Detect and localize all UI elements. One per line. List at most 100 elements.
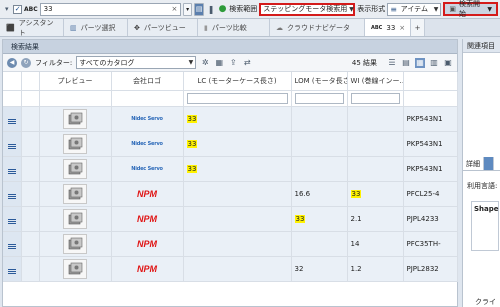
part-preview-image[interactable] [63, 258, 87, 279]
row-menu-icon[interactable] [7, 193, 16, 199]
wi-cell: 14 [347, 231, 404, 257]
cloud-icon: ☁ [276, 23, 283, 32]
search-start-button[interactable]: ▣ 検索開始 ▼ [443, 0, 498, 18]
display-format-select[interactable]: ≡ アイテム ▼ [387, 2, 442, 16]
part-number: PKP543N1 [406, 139, 443, 148]
lc-filter-input[interactable] [186, 92, 288, 104]
lom-cell [291, 131, 348, 157]
list-view-icon[interactable]: ☰ [387, 58, 397, 68]
row-menu-cell[interactable] [3, 256, 22, 282]
parts-compare-icon: ▮ [204, 23, 208, 32]
table-row[interactable]: NPM 33 2.1 PJPL4233 [3, 206, 458, 232]
table-settings-icon[interactable]: ▦ [214, 58, 224, 68]
tab-search-result[interactable]: ABC 33 × [365, 19, 411, 36]
column-header-preview[interactable]: プレビュー [39, 72, 112, 91]
search-start-icon: ▣ [449, 5, 456, 13]
row-menu-cell[interactable] [3, 106, 22, 132]
row-menu-cell[interactable] [3, 181, 22, 207]
chevron-down-icon: ▼ [487, 5, 492, 13]
lom-cell [291, 156, 348, 182]
part-preview-image[interactable] [63, 108, 87, 129]
back-icon[interactable]: ◀ [7, 57, 17, 68]
shape-label: Shape [474, 205, 499, 213]
grid-view-icon[interactable]: ▦ [415, 57, 425, 68]
chevron-down-icon: ▼ [188, 59, 194, 66]
shape-box: Shape [471, 201, 499, 251]
column-header-part[interactable] [403, 72, 458, 91]
cluster-label: クライ [475, 298, 496, 306]
column-header-lc[interactable]: LC (モーターケース長さ) [183, 72, 292, 91]
catalog-select[interactable]: すべてのカタログ ▼ [76, 56, 197, 69]
part-preview-image[interactable] [63, 133, 87, 154]
settings-icon[interactable]: ✲ [200, 58, 210, 68]
row-menu-cell[interactable] [3, 206, 22, 232]
part-number-cell: PKP543N1 [403, 131, 458, 157]
lom-value: 33 [294, 214, 306, 223]
tab-label: パーツ比較 [211, 23, 247, 32]
share-icon[interactable]: ⇄ [242, 58, 252, 68]
lc-cell [183, 256, 292, 282]
preview-cell [39, 256, 112, 282]
wi-cell [347, 106, 404, 132]
row-menu-icon[interactable] [7, 168, 16, 174]
wi-filter-input[interactable] [350, 92, 400, 104]
lom-filter-input[interactable] [294, 92, 344, 104]
table-row[interactable]: Nidec Servo 33 PKP543N1 [3, 131, 458, 157]
part-number: PJPL4233 [406, 214, 439, 223]
dropdown-chevron-icon[interactable]: ▾ [2, 4, 11, 14]
books-icon[interactable]: ❚ [206, 4, 215, 14]
table-view-icon[interactable]: ▤ [401, 58, 411, 68]
part-preview-image[interactable] [63, 183, 87, 204]
export-icon[interactable]: ⇪ [228, 58, 238, 68]
filter-icon[interactable]: ▤ [193, 2, 205, 16]
column-header-lom[interactable]: LOM (モータ長さ) [291, 72, 348, 91]
tab-cloud-navigator[interactable]: ☁ クラウドナビゲータ [270, 19, 365, 36]
tile-view-icon[interactable]: ▣ [443, 58, 453, 68]
search-input[interactable]: 33 × [39, 2, 182, 16]
row-menu-cell[interactable] [3, 131, 22, 157]
table-row[interactable]: NPM 16.6 33 PFCL25-4 [3, 181, 458, 207]
row-menu-cell[interactable] [3, 156, 22, 182]
row-menu-icon[interactable] [7, 118, 16, 124]
part-number-cell: PFCL25-4 [403, 181, 458, 207]
row-menu-icon[interactable] [7, 243, 16, 249]
clear-icon[interactable]: × [171, 5, 180, 13]
row-menu-cell[interactable] [3, 231, 22, 257]
tab-assistant[interactable]: ⬛ アシスタント [0, 19, 64, 37]
usage-language-label: 利用言語: [467, 182, 497, 190]
table-row[interactable]: NPM 32 1.2 PJPL2832 [3, 256, 458, 282]
row-menu-icon[interactable] [7, 268, 16, 274]
add-icon[interactable]: ● [218, 4, 227, 14]
search-dropdown-button[interactable]: ▾ [183, 2, 192, 16]
table-row[interactable]: NPM 14 PFC35TH- [3, 231, 458, 257]
results-body: Nidec Servo 33 PKP543N1 Nidec Servo 33 P… [3, 106, 458, 282]
part-preview-image[interactable] [63, 233, 87, 254]
close-icon[interactable]: × [399, 24, 405, 32]
part-preview-image[interactable] [63, 208, 87, 229]
company-logo-npm: NPM [137, 213, 157, 224]
row-menu-icon[interactable] [7, 218, 16, 224]
tab-label: クラウドナビゲータ [287, 23, 350, 32]
tab-parts-select[interactable]: ▥ パーツ選択 [64, 19, 128, 36]
detail-view-icon[interactable]: ▥ [429, 58, 439, 68]
table-row[interactable]: Nidec Servo 33 PKP543N1 [3, 106, 458, 132]
tab-secondary[interactable] [484, 157, 494, 170]
column-header-logo[interactable]: 会社ロゴ [111, 72, 184, 91]
filter-bar: ◀ ↻ フィルター: すべてのカタログ ▼ ✲ ▦ ⇪ ⇄ 45 結果 ☰ ▤ … [3, 54, 457, 72]
tab-parts-compare[interactable]: ▮ パーツ比較 [198, 19, 270, 36]
company-logo-npm: NPM [137, 188, 157, 199]
refresh-icon[interactable]: ↻ [21, 57, 31, 68]
tab-parts-view[interactable]: ✥ パーツビュー [128, 19, 198, 36]
blank-cell [3, 90, 22, 107]
part-number-cell: PFC35TH- [403, 231, 458, 257]
tab-detail[interactable]: 詳細 [463, 157, 484, 170]
part-preview-image[interactable] [63, 158, 87, 179]
abc-checkbox[interactable]: ✓ [13, 4, 23, 14]
abc-label: ABC [24, 5, 38, 13]
part-number: PFC35TH- [406, 239, 441, 248]
row-menu-icon[interactable] [7, 143, 16, 149]
add-tab-button[interactable]: + [411, 19, 425, 36]
search-scope-select[interactable]: ステッピングモータ検索用 ▼ [259, 2, 356, 16]
column-header-wi[interactable]: WI (巻線インー… [347, 72, 404, 91]
table-row[interactable]: Nidec Servo 33 PKP543N1 [3, 156, 458, 182]
